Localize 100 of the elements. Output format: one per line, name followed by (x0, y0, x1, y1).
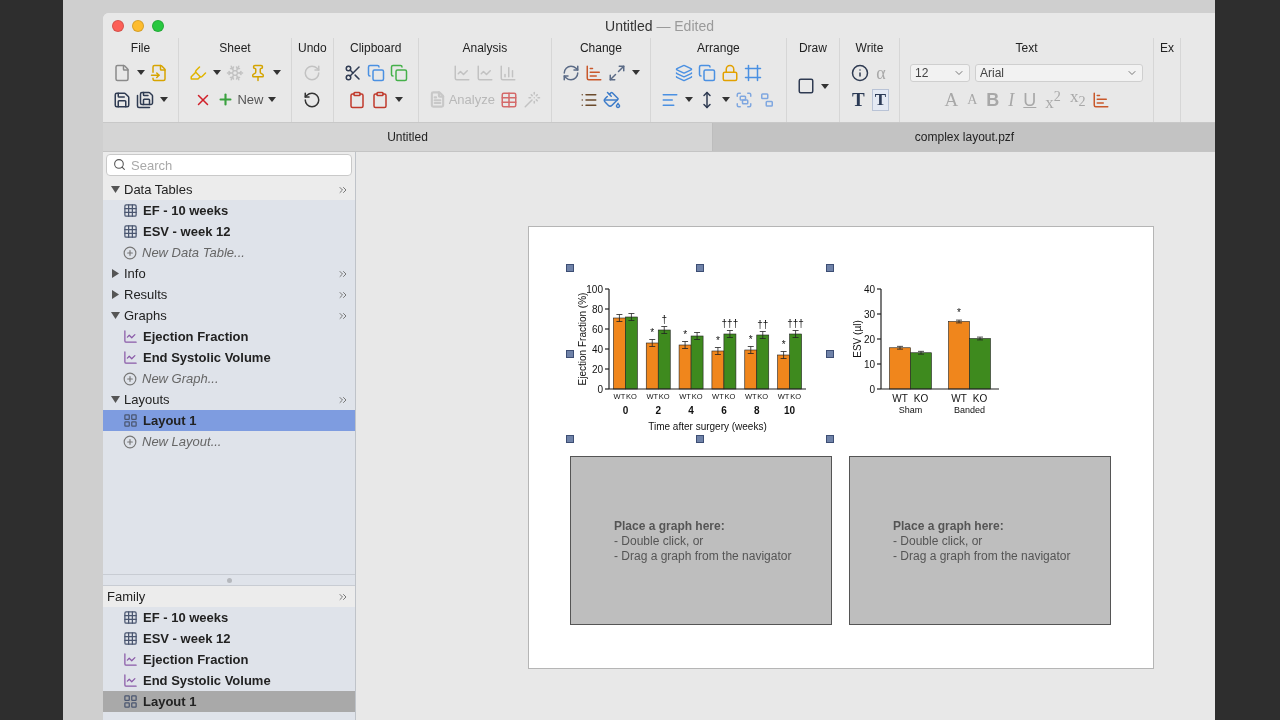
paste-icon[interactable] (348, 90, 367, 109)
document-tab[interactable]: Untitled (103, 123, 713, 151)
splitter-handle[interactable] (226, 577, 232, 583)
table-icon[interactable] (499, 90, 518, 109)
info-icon[interactable] (851, 63, 870, 82)
bar-chart-icon[interactable] (1092, 90, 1111, 109)
selection-handle[interactable] (696, 264, 704, 272)
selection-handle[interactable] (826, 349, 834, 358)
rectangle-icon[interactable] (796, 77, 815, 95)
toolbar-group-label: Arrange (697, 41, 740, 55)
selection-handle[interactable] (826, 435, 834, 443)
caret-icon[interactable] (631, 70, 640, 75)
category-label: Banded (954, 405, 985, 415)
text-box-button[interactable]: T (871, 88, 889, 111)
caret-icon[interactable] (137, 70, 145, 75)
section-title: Data Tables (124, 182, 194, 197)
navigator-item[interactable]: End Systolic Volume (103, 670, 355, 691)
significance-mark: ††† (787, 317, 804, 329)
caret-icon[interactable] (213, 70, 221, 75)
graph-placeholder[interactable]: Place a graph here: - Double click, or - Drag a graph from the navigator (849, 456, 1111, 625)
zoom-button[interactable] (152, 19, 164, 32)
duplicate-icon[interactable] (389, 63, 408, 82)
expanded-triangle-icon[interactable] (111, 311, 120, 320)
series-label: WT (892, 393, 908, 404)
save-icon[interactable] (113, 90, 131, 109)
navigator-item[interactable]: New Data Table... (103, 242, 355, 263)
save-all-icon[interactable] (136, 90, 154, 109)
section-header[interactable]: Graphs (103, 305, 355, 326)
error-bar (693, 332, 701, 340)
caret-icon[interactable] (160, 97, 168, 102)
lock-icon[interactable] (720, 63, 739, 82)
import-icon[interactable] (150, 63, 168, 82)
error-bar (648, 339, 656, 347)
collapsed-triangle-icon[interactable] (111, 269, 120, 278)
document-icon[interactable] (113, 63, 131, 82)
navigator-item[interactable]: EF - 10 weeks (103, 607, 355, 628)
selection-handle[interactable] (566, 435, 574, 443)
selection-handle[interactable] (566, 264, 574, 272)
tick-label: 0 (869, 383, 875, 395)
navigator-item[interactable]: EF - 10 weeks (103, 200, 355, 221)
minimize-button[interactable] (132, 19, 144, 32)
expanded-triangle-icon[interactable] (111, 185, 120, 194)
selection-handle[interactable] (826, 264, 834, 272)
resize-icon[interactable] (607, 63, 626, 82)
cut-icon[interactable] (343, 63, 362, 82)
layers-icon[interactable] (674, 63, 693, 82)
y-axis-title: Ejection Fraction (%) (577, 292, 588, 386)
caret-icon[interactable] (395, 97, 404, 102)
selection-handle[interactable] (696, 435, 704, 443)
navigator-item[interactable]: ESV - week 12 (103, 628, 355, 649)
item-label: Ejection Fraction (143, 329, 249, 344)
search-field[interactable]: Search (106, 154, 352, 176)
series-label: KO (913, 393, 929, 404)
font-size-field[interactable]: 12 (909, 63, 970, 82)
section-header[interactable]: Info (103, 263, 355, 284)
table-icon (123, 631, 138, 646)
toolbar-group-label: Draw (798, 41, 827, 55)
frame-icon[interactable] (743, 63, 762, 82)
font-field[interactable]: Arial (974, 63, 1143, 82)
pin-icon[interactable] (249, 63, 267, 82)
navigator-item[interactable]: Layout 1 (103, 410, 355, 431)
item-label: EF - 10 weeks (143, 203, 229, 218)
undo-icon[interactable] (303, 90, 322, 109)
bar-chart-icon[interactable] (584, 63, 603, 82)
section-header[interactable]: Data Tables (103, 179, 355, 200)
navigator-item[interactable]: Ejection Fraction (103, 326, 355, 347)
navigator-item[interactable]: End Systolic Volume (103, 347, 355, 368)
close-button[interactable] (112, 19, 124, 32)
navigator-item[interactable]: Ejection Fraction (103, 649, 355, 670)
section-title: Info (124, 266, 147, 281)
navigator-item[interactable]: ESV - week 12 (103, 221, 355, 242)
paste-icon[interactable] (371, 90, 390, 109)
significance-mark: * (650, 326, 655, 338)
caret-icon[interactable] (684, 97, 693, 102)
section-header[interactable]: Results (103, 284, 355, 305)
navigator-item[interactable]: Layout 1 (103, 691, 355, 712)
selection-handle[interactable] (566, 349, 574, 358)
section-header[interactable]: Layouts (103, 389, 355, 410)
document-tab[interactable]: complex layout.pzf (713, 123, 1215, 151)
error-bar (628, 313, 635, 321)
new-button[interactable]: New (217, 91, 276, 108)
navigator-item[interactable]: New Layout... (103, 431, 355, 452)
copy-icon[interactable] (697, 63, 716, 82)
caret-icon[interactable] (721, 97, 730, 102)
navigator-item[interactable]: New Graph... (103, 368, 355, 389)
layout-icon (123, 694, 138, 709)
caret-icon[interactable] (267, 97, 276, 102)
section-title: Family (107, 589, 147, 604)
paint-bucket-icon[interactable] (603, 90, 622, 109)
refresh-icon[interactable] (561, 63, 580, 82)
expanded-triangle-icon[interactable] (111, 395, 120, 404)
toolbar-group-label: Change (579, 41, 622, 55)
placeholder-title: Place a graph here: (614, 519, 726, 534)
search-icon[interactable] (113, 158, 126, 171)
collapsed-triangle-icon[interactable] (111, 290, 120, 299)
graph-placeholder[interactable]: Place a graph here: - Double click, or - Drag a graph from the navigator (570, 456, 832, 625)
text-tool-button[interactable]: T (849, 89, 867, 110)
item-label: New Graph... (142, 371, 219, 386)
caret-icon[interactable] (273, 70, 281, 75)
caret-icon[interactable] (820, 83, 829, 89)
